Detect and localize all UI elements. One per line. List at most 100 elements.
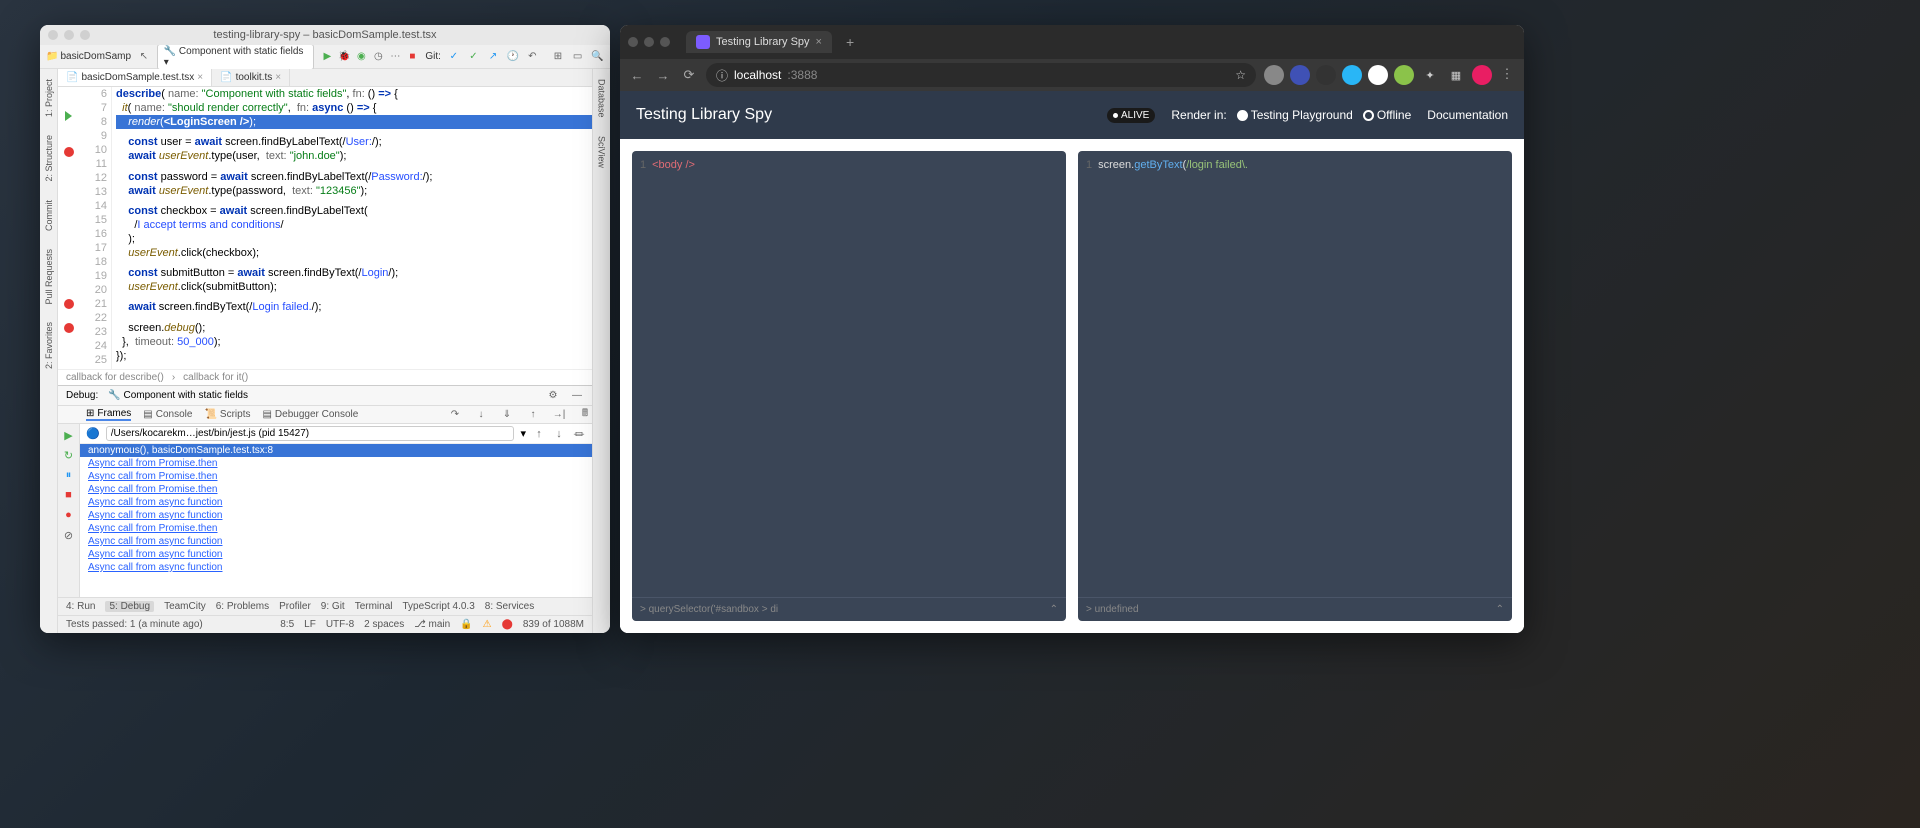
stop-button[interactable]: ■: [405, 50, 419, 64]
attach-icon[interactable]: ⋯: [388, 50, 402, 64]
code-body[interactable]: describe( name: "Component with static f…: [112, 87, 592, 369]
filter-icon[interactable]: ⏛: [572, 427, 586, 441]
back-button[interactable]: ←: [628, 66, 646, 84]
indent[interactable]: 2 spaces: [364, 619, 404, 630]
run-config-select[interactable]: 🔧 Component with static fields ▾: [157, 44, 315, 70]
close-button[interactable]: [628, 37, 638, 47]
stack-frame[interactable]: Async call from async function: [80, 535, 592, 548]
close-icon[interactable]: ×: [197, 72, 203, 83]
bookmark-icon[interactable]: ☆: [1235, 68, 1246, 82]
stop-debug-button[interactable]: ■: [62, 488, 76, 502]
stack-frame[interactable]: Async call from async function: [80, 509, 592, 522]
editor-tab-1[interactable]: 📄basicDomSample.test.tsx×: [58, 69, 212, 86]
minimize-button[interactable]: [644, 37, 654, 47]
toolwindow-tab[interactable]: 5: Debug: [105, 601, 154, 612]
project-crumb[interactable]: 📁 basicDomSamp: [46, 51, 131, 62]
undo-icon[interactable]: ↶: [526, 50, 540, 64]
search-icon[interactable]: 🔍: [590, 50, 604, 64]
dom-code[interactable]: 1<body />: [632, 151, 1066, 597]
query-panel[interactable]: 1screen.getByText(/login failed\. > unde…: [1078, 151, 1512, 621]
dom-panel[interactable]: 1<body /> > querySelector('#sandbox > di…: [632, 151, 1066, 621]
frames-list[interactable]: anonymous(), basicDomSample.test.tsx:8As…: [80, 444, 592, 597]
process-select[interactable]: [106, 426, 515, 441]
toolwindow-tab[interactable]: TeamCity: [164, 601, 206, 612]
browser-tab[interactable]: Testing Library Spy ×: [686, 31, 832, 53]
back-icon[interactable]: ↖: [137, 50, 151, 64]
debug-button[interactable]: 🐞: [337, 50, 351, 64]
extension-icon[interactable]: [1290, 65, 1310, 85]
stack-frame[interactable]: Async call from Promise.then: [80, 483, 592, 496]
sidebar-favorites[interactable]: 2: Favorites: [44, 318, 54, 373]
toolwindow-tab[interactable]: 9: Git: [321, 601, 345, 612]
info-icon[interactable]: ⓘ: [716, 67, 728, 84]
gutter[interactable]: 6789101112131415161718192021222324252627…: [58, 87, 112, 369]
profile-avatar[interactable]: [1472, 65, 1492, 85]
maximize-button[interactable]: [660, 37, 670, 47]
frame-up-icon[interactable]: ↑: [532, 427, 546, 441]
sidebar-commit[interactable]: Commit: [44, 196, 54, 235]
caret-pos[interactable]: 8:5: [280, 619, 294, 630]
sidebar-pull-requests[interactable]: Pull Requests: [44, 245, 54, 309]
editor-icon[interactable]: ▭: [571, 50, 585, 64]
step-over-icon[interactable]: ↷: [448, 408, 462, 422]
profile-icon[interactable]: ◷: [371, 50, 385, 64]
debug-tab-console[interactable]: ▤ Console: [143, 409, 192, 420]
git-update-icon[interactable]: ✓: [447, 50, 461, 64]
memory-indicator[interactable]: 839 of 1088M: [523, 619, 584, 630]
browser-menu-icon[interactable]: ⋮: [1498, 65, 1516, 83]
evaluate-icon[interactable]: 🖩: [578, 408, 592, 422]
sidebar-structure[interactable]: 2: Structure: [44, 131, 54, 186]
debug-tab-frames[interactable]: ⊞ Frames: [86, 408, 131, 421]
step-into-icon[interactable]: ↓: [474, 408, 488, 422]
git-commit-icon[interactable]: ✓: [467, 50, 481, 64]
stack-frame[interactable]: Async call from async function: [80, 496, 592, 509]
radio-offline[interactable]: Offline: [1363, 108, 1411, 122]
ide-titlebar[interactable]: testing-library-spy – basicDomSample.tes…: [40, 25, 610, 45]
debug-minimize-icon[interactable]: —: [570, 389, 584, 403]
charset[interactable]: UTF-8: [326, 619, 354, 630]
run-button[interactable]: ▶: [320, 50, 334, 64]
stack-frame[interactable]: Async call from Promise.then: [80, 522, 592, 535]
reload-button[interactable]: ⟳: [680, 66, 698, 84]
query-code[interactable]: 1screen.getByText(/login failed\.: [1078, 151, 1512, 597]
step-out-icon[interactable]: ↑: [526, 408, 540, 422]
debug-tab-debugger[interactable]: ▤ Debugger Console: [262, 409, 358, 420]
debug-tab-scripts[interactable]: 📜 Scripts: [204, 409, 250, 420]
toolwindow-tab[interactable]: Profiler: [279, 601, 311, 612]
stack-frame[interactable]: anonymous(), basicDomSample.test.tsx:8: [80, 444, 592, 457]
code-editor[interactable]: 6789101112131415161718192021222324252627…: [58, 87, 592, 369]
frame-down-icon[interactable]: ↓: [552, 427, 566, 441]
stack-frame[interactable]: Async call from Promise.then: [80, 457, 592, 470]
sidebar-database[interactable]: Database: [597, 75, 607, 122]
query-panel-footer[interactable]: > undefined⌃: [1078, 597, 1512, 621]
extension-icon[interactable]: [1394, 65, 1414, 85]
run-to-cursor-icon[interactable]: →|: [552, 408, 566, 422]
dom-panel-footer[interactable]: > querySelector('#sandbox > di⌃: [632, 597, 1066, 621]
close-tab-icon[interactable]: ×: [816, 36, 822, 48]
toolwindow-tab[interactable]: Terminal: [355, 601, 393, 612]
history-icon[interactable]: 🕐: [506, 50, 520, 64]
force-step-icon[interactable]: ⇓: [500, 408, 514, 422]
structure-icon[interactable]: ⊞: [551, 50, 565, 64]
close-icon[interactable]: ×: [275, 72, 281, 83]
error-icon[interactable]: ⬤: [502, 619, 513, 630]
forward-button[interactable]: →: [654, 66, 672, 84]
extension-icon[interactable]: [1368, 65, 1388, 85]
extensions-menu-icon[interactable]: ✦: [1420, 65, 1440, 85]
lock-icon[interactable]: 🔒: [460, 619, 472, 630]
line-ending[interactable]: LF: [304, 619, 316, 630]
editor-tab-2[interactable]: 📄toolkit.ts×: [212, 69, 290, 86]
breakpoints-icon[interactable]: ●: [62, 508, 76, 522]
pause-button[interactable]: ⏸: [62, 468, 76, 482]
toolwindow-tab[interactable]: 8: Services: [485, 601, 534, 612]
rerun-button[interactable]: ↻: [62, 448, 76, 462]
stack-frame[interactable]: Async call from Promise.then: [80, 470, 592, 483]
documentation-link[interactable]: Documentation: [1427, 108, 1508, 122]
dropdown-icon[interactable]: ▾: [520, 427, 526, 440]
code-breadcrumb[interactable]: callback for describe() › callback for i…: [58, 369, 592, 385]
toolwindow-tab[interactable]: TypeScript 4.0.3: [403, 601, 475, 612]
extension-icon[interactable]: [1316, 65, 1336, 85]
warning-icon[interactable]: ⚠: [483, 619, 492, 630]
stack-frame[interactable]: Async call from async function: [80, 561, 592, 574]
mute-bp-icon[interactable]: ⊘: [62, 528, 76, 542]
